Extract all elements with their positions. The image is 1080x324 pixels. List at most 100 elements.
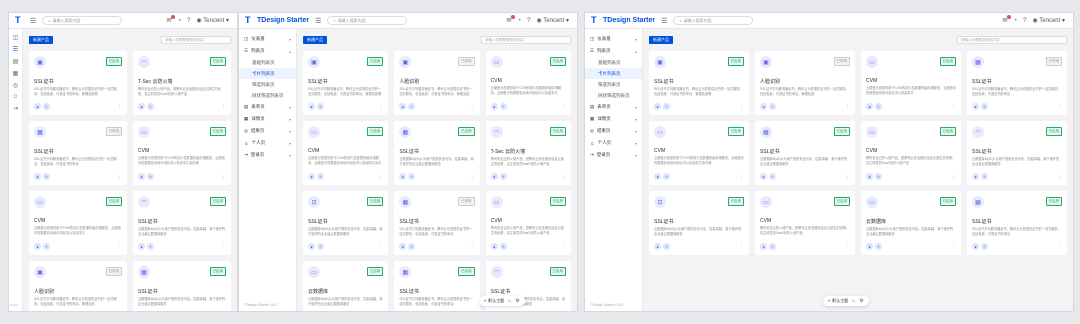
add-member-icon[interactable]: + xyxy=(663,103,670,110)
product-card[interactable]: ▦ 已停用 SSL证书 SSL证书又叫服务器证书，腾讯云为您提供证书的一站式服务，包括… xyxy=(394,191,480,255)
more-icon[interactable]: ⋮ xyxy=(561,174,566,180)
theme-button[interactable]: ◐ 默认主题 xyxy=(484,298,504,304)
product-card[interactable]: ▭ 已启用 CVM 腾讯安全云防火墙产品，是腾讯云安全团队结合云原生的优势，自主研发的… xyxy=(755,191,855,255)
github-icon[interactable]: ◔ xyxy=(178,18,182,24)
add-member-icon[interactable]: + xyxy=(499,103,507,110)
menu-toggle-icon[interactable]: ☰ xyxy=(315,17,321,25)
sidebar-group[interactable]: ☰ 列表页 ▴ xyxy=(239,45,296,57)
add-member-icon[interactable]: + xyxy=(317,103,324,110)
more-icon[interactable]: ⋮ xyxy=(739,174,744,180)
more-icon[interactable]: ⋮ xyxy=(1057,104,1062,110)
search-input[interactable]: ⌕ 请输入搜索内容 xyxy=(42,16,123,25)
product-card[interactable]: ▦ 已启用 SSL证书 SSL证书又叫服务器证书，腾讯云为您提供证书的一站式服务，包括… xyxy=(394,261,480,311)
sidebar-subitem[interactable]: 基础列表页 xyxy=(239,57,296,68)
sidebar-group[interactable]: ⇥ 登录页 ▾ xyxy=(239,149,296,161)
product-card[interactable]: ▣ 已停用 人脸识别 SSL证书又叫服务器证书，腾讯云为您提供证书的一站式服务，包括免… xyxy=(755,51,855,115)
more-icon[interactable]: ⋮ xyxy=(221,244,226,250)
product-card[interactable]: ▦ 已启用 SSL证书 云数据库MySQL为用户提供安全可靠，性能卓越、易于维护的企业… xyxy=(755,121,855,185)
product-card[interactable]: ▭ 已启用 CVM 云硬盘为您提供用于CVM的持久性数据块级存储服务。云硬盘中的数据自… xyxy=(485,51,571,115)
sidebar-group[interactable]: ▦ 详情页 ▾ xyxy=(239,113,296,125)
filter-input[interactable]: 请输入你需要搜索的内容 xyxy=(481,36,571,44)
add-member-icon[interactable]: + xyxy=(499,243,507,250)
more-icon[interactable]: ⋮ xyxy=(378,244,383,250)
product-card[interactable]: ▣ 已启用 SSL证书 SSL证书又叫服务器证书，腾讯云为您提供证书的一站式服务，包括… xyxy=(303,51,389,115)
search-input[interactable]: ⌕ 请输入搜索内容 xyxy=(673,16,754,25)
more-icon[interactable]: ⋮ xyxy=(1057,174,1062,180)
add-member-icon[interactable]: + xyxy=(769,243,776,250)
more-icon[interactable]: ⋮ xyxy=(470,174,475,180)
user-menu[interactable]: ◉ Tencent ▾ xyxy=(1033,17,1066,24)
sidebar-group[interactable]: ▤ 表单页 ▾ xyxy=(585,101,642,113)
sidebar-group[interactable]: ◎ 结果页 ▾ xyxy=(239,125,296,137)
add-member-icon[interactable]: + xyxy=(147,103,154,110)
product-card[interactable]: ▭ 已启用 云数据库 云数据库MySQL为用户提供安全可靠，性能卓越、易于维护的企业级… xyxy=(861,191,961,255)
user-menu[interactable]: ◉ Tencent ▾ xyxy=(197,17,230,24)
product-card[interactable]: ▦ 已启用 SSL证书 云数据库MySQL为用户提供安全可靠，性能卓越、易于维护的企业… xyxy=(394,121,480,185)
product-card[interactable]: ◠ 已启用 SSL证书云数据库MySQL为用户提供安全可靠，性能卓越、易于维护的企业… xyxy=(967,121,1067,185)
add-member-icon[interactable]: + xyxy=(875,243,882,250)
sidebar-group[interactable]: ⇥ 登录页 ▾ xyxy=(585,149,642,161)
product-card[interactable]: ▭ 已启用 CVM 云硬盘为您提供用于CVM的持久性数据块级存储服务。云硬盘中的数据自… xyxy=(861,51,961,115)
sidebar-group[interactable]: ◎ 结果页 ▾ xyxy=(585,125,642,137)
more-icon[interactable]: ⋮ xyxy=(470,104,475,110)
login-icon[interactable]: ⇥ xyxy=(9,105,22,112)
add-member-icon[interactable]: + xyxy=(43,173,50,180)
detail-icon[interactable]: ▦ xyxy=(9,70,22,77)
add-member-icon[interactable]: + xyxy=(875,103,882,110)
sidebar-group[interactable]: ▤ 表单页 ▾ xyxy=(239,101,296,113)
shop-icon[interactable]: ⌂ xyxy=(508,298,511,304)
more-icon[interactable]: ⋮ xyxy=(378,174,383,180)
add-product-button[interactable]: 新建产品 xyxy=(303,36,327,44)
more-icon[interactable]: ⋮ xyxy=(117,104,122,110)
more-icon[interactable]: ⋮ xyxy=(561,104,566,110)
more-icon[interactable]: ⋮ xyxy=(378,104,383,110)
product-card[interactable]: ⊡ 已启用 SSL证书 云数据库MySQL为用户提供安全可靠，性能卓越、易于维护的企业… xyxy=(649,191,749,255)
more-icon[interactable]: ⋮ xyxy=(951,104,956,110)
add-member-icon[interactable]: + xyxy=(317,243,324,250)
user-menu[interactable]: ◉ Tencent ▾ xyxy=(537,17,570,24)
product-card[interactable]: ⊡ 已启用 SSL证书 云数据库MySQL为用户提供安全可靠，性能卓越、易于维护的企业… xyxy=(303,191,389,255)
list-icon[interactable]: ☰ xyxy=(9,46,22,53)
sidebar-subitem[interactable]: 筛选列表页 xyxy=(239,79,296,90)
add-member-icon[interactable]: + xyxy=(663,243,670,250)
product-card[interactable]: ◠ 已启用 T-Sec 云防火墙 腾讯安全云防火墙产品，是腾讯云安全团队结合云原生的优… xyxy=(485,121,571,185)
product-card[interactable]: ▭ 已启用 CVM 云硬盘为您提供用于CVM的持久性数据块级存储服务。云硬盘中的数据自… xyxy=(29,191,127,255)
filter-input[interactable]: 请输入你需要搜索的内容 xyxy=(957,36,1067,44)
sidebar-group[interactable]: ☺ 个人页 ▾ xyxy=(239,137,296,149)
more-icon[interactable]: ⋮ xyxy=(221,174,226,180)
add-member-icon[interactable]: + xyxy=(769,173,776,180)
sidebar-group[interactable]: ☺ 个人页 ▾ xyxy=(585,137,642,149)
more-icon[interactable]: ⋮ xyxy=(739,104,744,110)
add-member-icon[interactable]: + xyxy=(43,243,50,250)
more-icon[interactable]: ⋮ xyxy=(845,174,850,180)
add-member-icon[interactable]: + xyxy=(499,173,507,180)
add-member-icon[interactable]: + xyxy=(408,243,416,250)
product-card[interactable]: ▣ 已启用 SSL证书 SSL证书又叫服务器证书，腾讯云为您提供证书的一站式服务，包括… xyxy=(29,51,127,115)
user-icon[interactable]: ☺ xyxy=(9,94,22,100)
logo[interactable]: T TDesign Starter xyxy=(239,16,309,25)
add-member-icon[interactable]: + xyxy=(875,173,882,180)
menu-toggle-icon[interactable]: ☰ xyxy=(661,17,667,25)
more-icon[interactable]: ⋮ xyxy=(1057,244,1062,250)
help-icon[interactable]: ? xyxy=(527,18,530,24)
more-icon[interactable]: ⋮ xyxy=(739,244,744,250)
more-icon[interactable]: ⋮ xyxy=(561,244,566,250)
search-input[interactable]: ⌕ 请输入搜索内容 xyxy=(327,16,408,25)
sidebar-subitem[interactable]: 树状筛选列表页 xyxy=(239,90,296,101)
product-card[interactable]: ▣ 已停用 人脸识别 SSL证书又叫服务器证书，腾讯云为您提供证书的一站式服务，包括免… xyxy=(29,261,127,311)
notification-icon[interactable]: ✉ xyxy=(507,15,515,24)
product-card[interactable]: ▦ 已启用 SSL证书 SSL证书又叫服务器证书，腾讯云为您提供证书的一站式服务，包括… xyxy=(967,191,1067,255)
sidebar-group[interactable]: ◫ 仪表盘 ▾ xyxy=(239,33,296,45)
add-member-icon[interactable]: + xyxy=(408,103,416,110)
add-member-icon[interactable]: + xyxy=(317,173,324,180)
notification-icon[interactable]: ✉ xyxy=(1003,15,1011,24)
theme-button[interactable]: ◐ 默认主题 xyxy=(828,298,848,304)
product-card[interactable]: ▦ 已停用 SSL证书 SSL证书又叫服务器证书，腾讯云为您提供证书的一站式服务，包括… xyxy=(967,51,1067,115)
sidebar-subitem[interactable]: 筛选列表页 xyxy=(585,79,642,90)
filter-input[interactable]: 请输入你需要搜索的内容 xyxy=(161,36,231,44)
add-member-icon[interactable]: + xyxy=(663,173,670,180)
add-product-button[interactable]: 新建产品 xyxy=(29,36,53,44)
sidebar-group[interactable]: ◫ 仪表盘 ▾ xyxy=(585,33,642,45)
add-product-button[interactable]: 新建产品 xyxy=(649,36,673,44)
more-icon[interactable]: ⋮ xyxy=(221,104,226,110)
